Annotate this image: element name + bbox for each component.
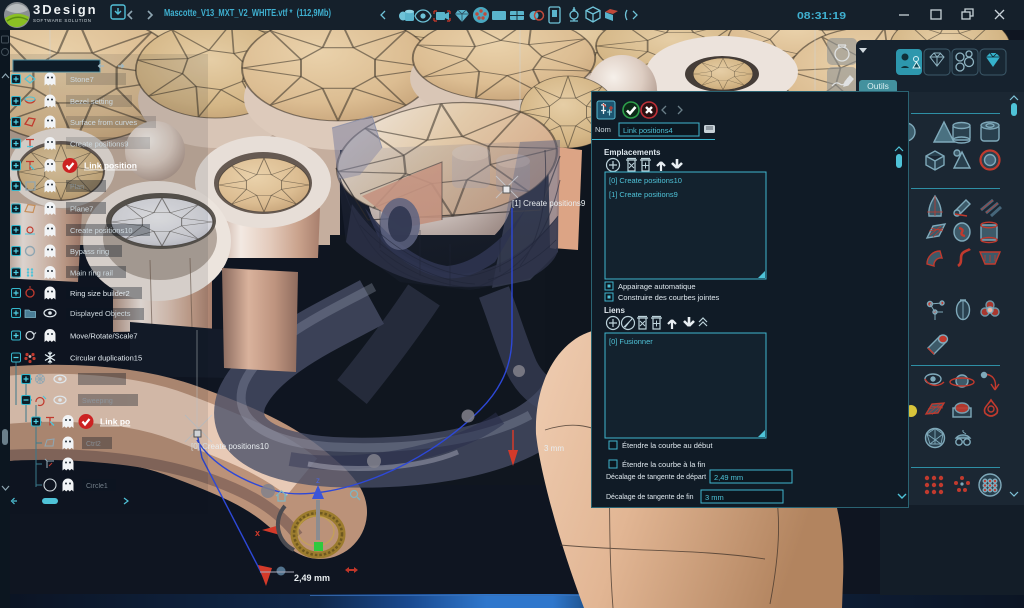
svg-text:Create positions9: Create positions9: [70, 140, 128, 149]
svg-text:Appairage automatique: Appairage automatique: [618, 282, 696, 291]
svg-text:Circle1: Circle1: [86, 483, 108, 490]
svg-text:Bezel setting: Bezel setting: [70, 97, 113, 106]
svg-text:Stone7: Stone7: [70, 75, 94, 84]
svg-text:Plane7: Plane7: [70, 205, 93, 214]
svg-text:z: z: [316, 476, 320, 485]
svg-text:Étendre la courbe à la fin: Étendre la courbe à la fin: [622, 460, 705, 469]
svg-text:Décalage de tangente de fin: Décalage de tangente de fin: [606, 494, 694, 501]
svg-text:Emplacements: Emplacements: [604, 148, 661, 157]
svg-text:x: x: [255, 528, 260, 538]
svg-text:Link positions4: Link positions4: [623, 126, 673, 135]
svg-text:Displayed Objects: Displayed Objects: [70, 309, 131, 318]
svg-text:[1] Create positions9: [1] Create positions9: [609, 190, 678, 199]
svg-text:Décalage de tangente de départ: Décalage de tangente de départ: [606, 474, 706, 481]
svg-text:Link po: Link po: [100, 417, 130, 427]
svg-text:2,49 mm: 2,49 mm: [294, 573, 330, 583]
svg-text:Link position: Link position: [84, 161, 137, 171]
svg-text:Surface from curves: Surface from curves: [70, 118, 137, 127]
svg-text:Liens: Liens: [604, 306, 625, 315]
svg-text:Étendre la courbe au début: Étendre la courbe au début: [622, 441, 713, 450]
svg-text:3 mm: 3 mm: [705, 493, 724, 502]
svg-text:Ctrl2: Ctrl2: [86, 441, 101, 448]
svg-text:Create positions10: Create positions10: [70, 226, 133, 235]
svg-text:2,49 mm: 2,49 mm: [714, 473, 743, 482]
svg-text:Sweeping: Sweeping: [82, 398, 113, 405]
svg-text:Mascotte_V13_MXT_V2_WHITE.vtf: Mascotte_V13_MXT_V2_WHITE.vtf * (112,9Mb…: [164, 7, 331, 19]
svg-text:3 mm: 3 mm: [544, 444, 564, 453]
svg-text:SOFTWARE SOLUTION: SOFTWARE SOLUTION: [33, 18, 92, 23]
svg-text:Ring size builder2: Ring size builder2: [70, 289, 130, 298]
svg-text:Plan: Plan: [70, 184, 84, 191]
svg-text:Construire des courbes jointes: Construire des courbes jointes: [618, 293, 720, 302]
svg-text:3Design: 3Design: [33, 2, 98, 17]
svg-text:[1] Create positions9: [1] Create positions9: [512, 199, 586, 208]
svg-text:Nom: Nom: [595, 125, 611, 134]
svg-text:08:31:19: 08:31:19: [797, 10, 846, 22]
svg-text:[0] Fusionner: [0] Fusionner: [609, 337, 653, 346]
svg-text:Move/Rotate/Scale7: Move/Rotate/Scale7: [70, 332, 138, 341]
svg-text:Circular duplication15: Circular duplication15: [70, 354, 142, 363]
svg-text:Main ring rail: Main ring rail: [70, 269, 113, 278]
svg-text:[0] Create positions10: [0] Create positions10: [609, 176, 682, 185]
svg-text:Bypass ring: Bypass ring: [70, 247, 109, 256]
